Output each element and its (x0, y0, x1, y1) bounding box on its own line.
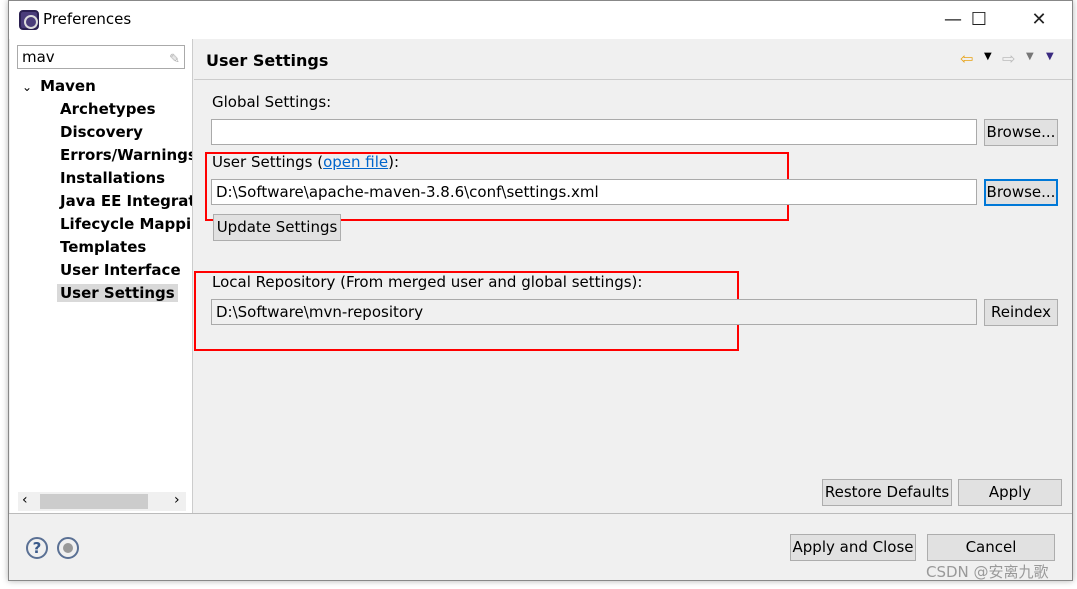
tree-item-label: Maven (40, 77, 96, 95)
scroll-right-icon[interactable]: › (174, 492, 180, 508)
tree-item[interactable]: Lifecycle Mappings (10, 213, 192, 236)
record-icon[interactable] (57, 537, 79, 559)
tree-item-label: Installations (60, 169, 166, 187)
tree-item[interactable]: User Interface (10, 259, 192, 282)
tree-item-label: Errors/Warnings (60, 146, 192, 164)
tree-item[interactable]: Installations (10, 167, 192, 190)
tree-item-label: Discovery (60, 123, 143, 141)
user-settings-input[interactable]: D:\Software\apache-maven-3.8.6\conf\sett… (211, 179, 977, 205)
tree-item-maven[interactable]: ⌄ Maven (10, 75, 192, 98)
tree-item-label: User Settings (57, 284, 178, 302)
view-menu-icon[interactable]: ▼ (1046, 51, 1054, 62)
local-repository-label: Local Repository (From merged user and g… (212, 273, 643, 291)
tree-item-label: User Interface (60, 261, 181, 279)
maximize-button[interactable]: ☐ (959, 7, 999, 33)
preference-tree: ⌄ Maven Archetypes Discovery Errors/Warni… (10, 75, 192, 305)
label-text: User Settings ( (212, 153, 324, 171)
horizontal-scrollbar[interactable]: ‹ › (18, 492, 186, 511)
help-icon[interactable]: ? (26, 537, 48, 559)
filter-input[interactable]: mav ✎ (17, 45, 185, 69)
global-browse-button[interactable]: Browse... (984, 119, 1058, 146)
global-settings-label: Global Settings: (212, 93, 332, 111)
tree-item[interactable]: Templates (10, 236, 192, 259)
tree-item-label: Archetypes (60, 100, 156, 118)
eraser-icon[interactable]: ✎ (169, 49, 180, 71)
tree-item-label: Templates (60, 238, 147, 256)
window-title: Preferences (43, 10, 132, 28)
user-browse-button[interactable]: Browse... (984, 179, 1058, 206)
label-text: ): (388, 153, 400, 171)
back-dropdown-icon[interactable]: ▼ (984, 51, 992, 62)
dialog-footer: ? Apply and Close Cancel (9, 513, 1072, 581)
back-arrow-icon[interactable]: ⇦ (960, 49, 973, 68)
update-settings-button[interactable]: Update Settings (213, 214, 341, 241)
scrollbar-thumb[interactable] (40, 494, 148, 509)
scroll-left-icon[interactable]: ‹ (22, 492, 28, 508)
user-settings-label: User Settings (open file): (212, 153, 399, 171)
tree-item-label: Java EE Integration (60, 192, 192, 210)
sidebar: mav ✎ ⌄ Maven Archetypes Discovery Errors… (10, 39, 193, 513)
preferences-dialog: Preferences — ☐ ✕ mav ✎ ⌄ Maven Archetype… (8, 0, 1073, 581)
reindex-button[interactable]: Reindex (984, 299, 1058, 326)
forward-dropdown-icon[interactable]: ▼ (1026, 51, 1034, 62)
apply-button[interactable]: Apply (958, 479, 1062, 506)
tree-item[interactable]: Java EE Integration (10, 190, 192, 213)
chevron-down-icon[interactable]: ⌄ (22, 80, 32, 94)
global-settings-input[interactable] (211, 119, 977, 145)
close-button[interactable]: ✕ (1019, 7, 1059, 33)
page-title: User Settings (206, 51, 329, 70)
tree-item[interactable]: Archetypes (10, 98, 192, 121)
restore-defaults-button[interactable]: Restore Defaults (822, 479, 952, 506)
tree-item[interactable]: Errors/Warnings (10, 144, 192, 167)
local-repository-input[interactable]: D:\Software\mvn-repository (211, 299, 977, 325)
tree-item[interactable]: Discovery (10, 121, 192, 144)
forward-arrow-icon[interactable]: ⇨ (1002, 49, 1015, 68)
tree-item-selected[interactable]: User Settings (10, 282, 192, 305)
open-file-link[interactable]: open file (323, 153, 388, 171)
filter-value: mav (22, 48, 55, 66)
eclipse-app-icon (19, 10, 39, 30)
title-bar: Preferences — ☐ ✕ (9, 1, 1072, 39)
cancel-button[interactable]: Cancel (927, 534, 1055, 561)
watermark: CSDN @安离九歌 (926, 563, 1049, 581)
apply-and-close-button[interactable]: Apply and Close (790, 534, 916, 561)
tree-item-label: Lifecycle Mappings (60, 215, 192, 233)
settings-page: User Settings ⇦ ▼ ⇨ ▼ ▼ Global Settings:… (194, 39, 1072, 513)
